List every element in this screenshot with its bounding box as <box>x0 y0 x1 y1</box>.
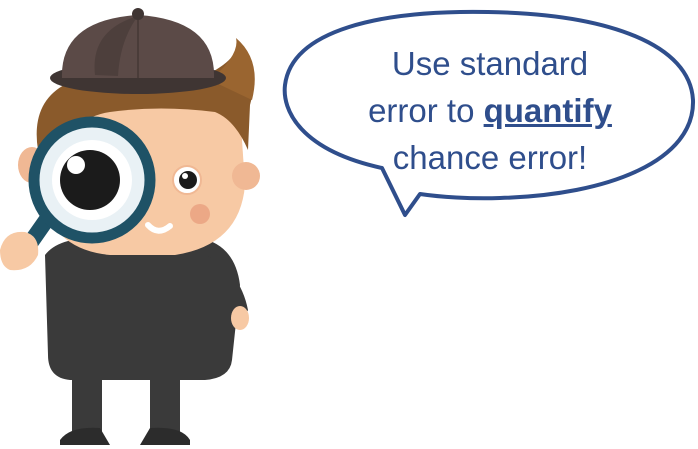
emphasis-word: quantify <box>483 92 612 129</box>
bubble-line-1: Use standard <box>391 45 589 82</box>
right-hand <box>231 306 249 330</box>
bubble-line-2-start: error to <box>368 92 484 129</box>
bubble-line-3: chance error! <box>392 139 588 176</box>
eye-icon <box>172 165 202 195</box>
speech-bubble-text: Use standard error to quantify chance er… <box>330 40 650 181</box>
hat <box>50 8 226 94</box>
coat <box>45 237 248 380</box>
scene: Use standard error to quantify chance er… <box>0 0 698 449</box>
left-hand <box>0 231 39 271</box>
bubble-line-2: error to quantify <box>330 87 650 134</box>
